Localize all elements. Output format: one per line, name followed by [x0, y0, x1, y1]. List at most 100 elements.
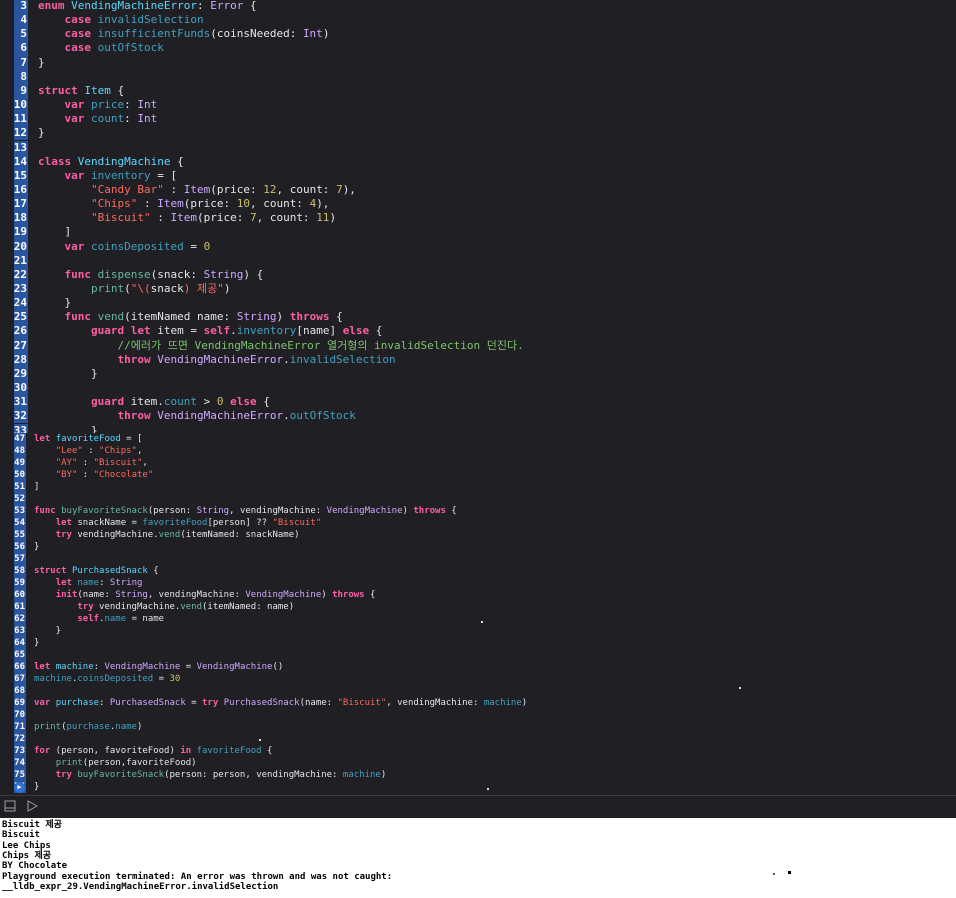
- code-line[interactable]: 50 "BY" : "Chocolate": [0, 469, 956, 481]
- code-line[interactable]: 30: [0, 381, 956, 396]
- line-number: 56: [14, 542, 25, 552]
- code-line[interactable]: 10 var price: Int: [0, 98, 956, 113]
- code-text: case insufficientFunds(coinsNeeded: Int): [64, 27, 330, 41]
- code-line[interactable]: 4 case invalidSelection: [0, 13, 956, 28]
- code-line[interactable]: 52: [0, 493, 956, 505]
- code-text: enum VendingMachineError: Error {: [38, 0, 257, 12]
- cursor-artifact: [481, 621, 483, 623]
- console-line: Biscuit: [2, 830, 40, 841]
- code-line[interactable]: 55 try vendingMachine.vend(itemNamed: sn…: [0, 529, 956, 541]
- line-number: 74: [14, 758, 25, 768]
- line-number: 48: [14, 446, 25, 456]
- line-number: 33: [13, 423, 27, 434]
- code-line[interactable]: 20 var coinsDeposited = 0: [0, 239, 956, 254]
- code-line[interactable]: 51]: [0, 481, 956, 493]
- code-line[interactable]: 15 var inventory = [: [0, 168, 956, 183]
- code-line[interactable]: 7}: [0, 55, 956, 70]
- code-line[interactable]: 63 }: [0, 625, 956, 637]
- cursor-artifact: [788, 871, 791, 874]
- line-number: 67: [14, 674, 25, 684]
- code-line[interactable]: 28 throw VendingMachineError.invalidSele…: [0, 352, 956, 367]
- line-number: 27: [13, 338, 27, 352]
- code-line[interactable]: 59 let name: String: [0, 577, 956, 589]
- line-number: 64: [14, 638, 25, 648]
- code-line[interactable]: 60 init(name: String, vendingMachine: Ve…: [0, 589, 956, 601]
- code-line[interactable]: 19 ]: [0, 225, 956, 240]
- code-line[interactable]: 64}: [0, 637, 956, 649]
- panel-toggle-icon[interactable]: [4, 800, 16, 812]
- code-line[interactable]: 61 try vendingMachine.vend(itemNamed: na…: [0, 601, 956, 613]
- code-line[interactable]: 22 func dispense(snack: String) {: [0, 267, 956, 282]
- code-line[interactable]: 70: [0, 709, 956, 721]
- code-text: try buyFavoriteSnack(person: person, ven…: [55, 770, 387, 780]
- code-line[interactable]: 18 "Biscuit" : Item(price: 7, count: 11): [0, 211, 956, 226]
- code-line[interactable]: 24 }: [0, 296, 956, 311]
- code-line[interactable]: 21: [0, 253, 956, 268]
- line-number: 19: [13, 225, 27, 239]
- line-number: 30: [13, 381, 27, 395]
- code-text: }: [34, 542, 40, 552]
- code-line[interactable]: 27 //에러가 뜨면 VendingMachineError 열거형의 inv…: [0, 338, 956, 353]
- code-line[interactable]: 58 struct PurchasedSnack {: [0, 565, 956, 577]
- code-line[interactable]: 14 class VendingMachine {: [0, 154, 956, 169]
- code-line[interactable]: 29 }: [0, 366, 956, 382]
- code-line[interactable]: 32 throw VendingMachineError.outOfStock: [0, 409, 956, 424]
- code-line[interactable]: 76}▶: [0, 781, 956, 793]
- code-text: var coinsDeposited = 0: [64, 239, 211, 253]
- code-line[interactable]: 6 case outOfStock: [0, 41, 956, 56]
- line-number: 47: [14, 434, 25, 444]
- code-line[interactable]: 65: [0, 649, 956, 661]
- code-line[interactable]: 73 for (person, favoriteFood) in favorite…: [0, 745, 956, 757]
- code-line[interactable]: 13: [0, 140, 956, 155]
- line-number: 10: [13, 98, 27, 112]
- line-number: 31: [13, 395, 27, 409]
- play-icon[interactable]: [26, 800, 39, 812]
- code-line[interactable]: 69 var purchase: PurchasedSnack = try Pur…: [0, 697, 956, 709]
- code-line[interactable]: 9 struct Item {: [0, 83, 956, 99]
- editor-pane-top[interactable]: 3 enum VendingMachineError: Error {4 case…: [0, 0, 956, 433]
- code-line[interactable]: 25 func vend(itemNamed name: String) thr…: [0, 310, 956, 325]
- code-line[interactable]: 8: [0, 69, 956, 84]
- code-line[interactable]: 66 let machine: VendingMachine = VendingM…: [0, 661, 956, 673]
- line-number: 12: [13, 126, 27, 140]
- code-line[interactable]: 11 var count: Int: [0, 112, 956, 127]
- code-line[interactable]: 56}: [0, 541, 956, 553]
- cursor-artifact: [773, 873, 775, 875]
- code-line[interactable]: 53 func buyFavoriteSnack(person: String, …: [0, 505, 956, 517]
- code-line[interactable]: 54 let snackName = favoriteFood[person] …: [0, 517, 956, 529]
- code-line[interactable]: 3 enum VendingMachineError: Error {: [0, 0, 956, 14]
- code-line[interactable]: 74 print(person,favoriteFood): [0, 757, 956, 769]
- run-line-icon[interactable]: ▶: [14, 782, 25, 793]
- code-line[interactable]: 47 let favoriteFood = [: [0, 433, 956, 445]
- line-number: 72: [14, 734, 25, 744]
- code-line[interactable]: 67 machine.coinsDeposited = 30: [0, 673, 956, 685]
- line-number: 65: [14, 650, 25, 660]
- code-line[interactable]: 17 "Chips" : Item(price: 10, count: 4),: [0, 197, 956, 212]
- code-line[interactable]: 57: [0, 553, 956, 565]
- editor-pane-bottom[interactable]: 47 let favoriteFood = [48 "Lee" : "Chips"…: [0, 433, 956, 793]
- code-text: case invalidSelection: [64, 13, 204, 27]
- code-line[interactable]: 72: [0, 733, 956, 745]
- code-line[interactable]: 62 self.name = name: [0, 613, 956, 625]
- line-number: 71: [14, 722, 25, 732]
- code-line[interactable]: 5 case insufficientFunds(coinsNeeded: In…: [0, 27, 956, 42]
- code-line[interactable]: 16 "Candy Bar" : Item(price: 12, count: …: [0, 182, 956, 198]
- code-text: class VendingMachine {: [38, 154, 184, 168]
- code-line[interactable]: 71 print(purchase.name): [0, 721, 956, 733]
- code-line[interactable]: 48 "Lee" : "Chips",: [0, 445, 956, 457]
- code-line[interactable]: 26 guard let item = self.inventory[name]…: [0, 324, 956, 339]
- code-line[interactable]: 75 try buyFavoriteSnack(person: person, …: [0, 769, 956, 781]
- line-number: 29: [13, 366, 27, 380]
- code-line[interactable]: 31 guard item.count > 0 else {: [0, 395, 956, 410]
- line-number: 52: [14, 494, 25, 504]
- code-line[interactable]: 68: [0, 685, 956, 697]
- code-line[interactable]: 49 "AY" : "Biscuit",: [0, 457, 956, 469]
- code-text: case outOfStock: [64, 41, 164, 55]
- code-text: func buyFavoriteSnack(person: String, ve…: [34, 506, 457, 516]
- line-number: 70: [14, 710, 25, 720]
- code-line[interactable]: 33 }: [0, 423, 956, 434]
- code-line[interactable]: 23 print("\(snack) 제공"): [0, 282, 956, 297]
- cursor-artifact: [739, 687, 741, 689]
- code-line[interactable]: 12}: [0, 126, 956, 141]
- line-number: 66: [14, 662, 25, 672]
